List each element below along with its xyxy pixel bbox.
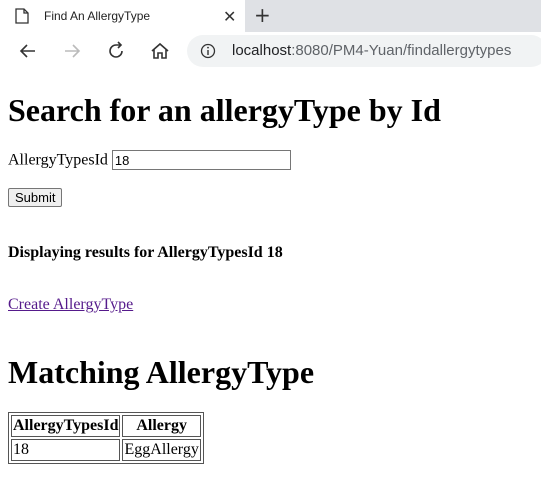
home-button[interactable]: [149, 40, 171, 62]
browser-chrome: Find An AllergyType ✕ + localhost:8080/P…: [0, 0, 541, 70]
address-bar[interactable]: localhost:8080/PM4-Yuan/findallergytypes: [187, 35, 541, 67]
matching-heading: Matching AllergyType: [8, 354, 315, 390]
url-text[interactable]: localhost:8080/PM4-Yuan/findallergytypes: [232, 42, 511, 59]
table-cell: 18: [11, 439, 121, 461]
column-header: AllergyTypesId: [11, 415, 121, 437]
tab-strip: Find An AllergyType ✕ +: [0, 0, 541, 32]
browser-tab[interactable]: Find An AllergyType ✕: [0, 0, 245, 32]
result-message: Displaying results for AllergyTypesId 18: [8, 244, 283, 261]
allergy-type-id-input[interactable]: [111, 150, 291, 170]
field-label: AllergyTypesId: [8, 151, 108, 169]
url-host: localhost: [232, 42, 292, 59]
table-header-row: AllergyTypesId Allergy: [11, 415, 201, 437]
arrow-right-icon: [65, 44, 81, 58]
url-path: :8080/PM4-Yuan/findallergytypes: [291, 42, 512, 59]
table-row: 18 EggAllergy: [11, 439, 201, 461]
tab-title: Find An AllergyType: [44, 9, 151, 23]
new-tab-icon[interactable]: +: [254, 3, 271, 27]
reload-button[interactable]: [105, 40, 127, 62]
forward-button[interactable]: [61, 40, 83, 62]
back-button[interactable]: [17, 40, 39, 62]
create-allergy-type-link[interactable]: Create AllergyType: [8, 296, 133, 314]
submit-button[interactable]: Submit: [8, 188, 63, 207]
search-form-row: AllergyTypesId: [8, 150, 291, 170]
document-icon: [15, 8, 29, 24]
home-icon: [151, 42, 169, 59]
results-table: AllergyTypesId Allergy 18 EggAllergy: [8, 412, 204, 464]
column-header: Allergy: [122, 415, 201, 437]
reload-icon: [109, 41, 123, 58]
page-title: Search for an allergyType by Id: [8, 92, 441, 128]
arrow-left-icon: [19, 44, 35, 58]
table-cell: EggAllergy: [122, 439, 201, 461]
info-icon[interactable]: [200, 43, 216, 59]
close-tab-icon[interactable]: ✕: [223, 7, 236, 27]
browser-toolbar: localhost:8080/PM4-Yuan/findallergytypes: [0, 32, 541, 70]
